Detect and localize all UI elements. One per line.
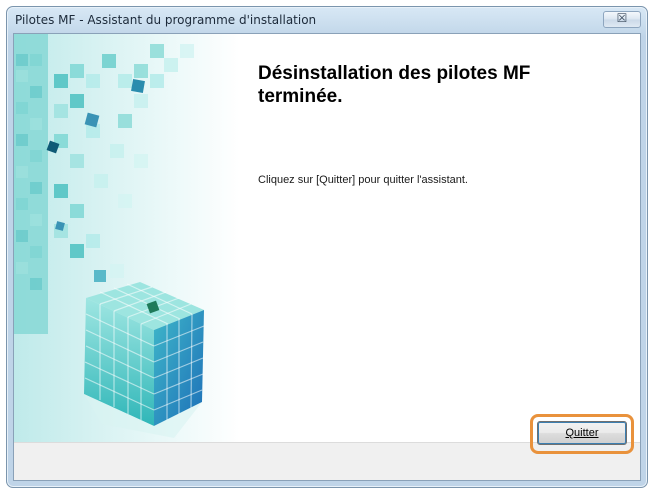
close-icon: ☒ <box>616 11 628 25</box>
instruction-text: Cliquez sur [Quitter] pour quitter l'ass… <box>258 174 468 186</box>
quit-button-label: Quitter <box>565 427 599 439</box>
title-bar[interactable]: Pilotes MF - Assistant du programme d'in… <box>7 7 647 33</box>
quit-button[interactable]: Quitter <box>537 421 627 445</box>
close-button[interactable]: ☒ <box>603 11 641 28</box>
cube-graphic <box>14 34 240 442</box>
window-title: Pilotes MF - Assistant du programme d'in… <box>15 13 317 27</box>
completion-heading: Désinstallation des pilotes MF terminée. <box>258 63 531 107</box>
